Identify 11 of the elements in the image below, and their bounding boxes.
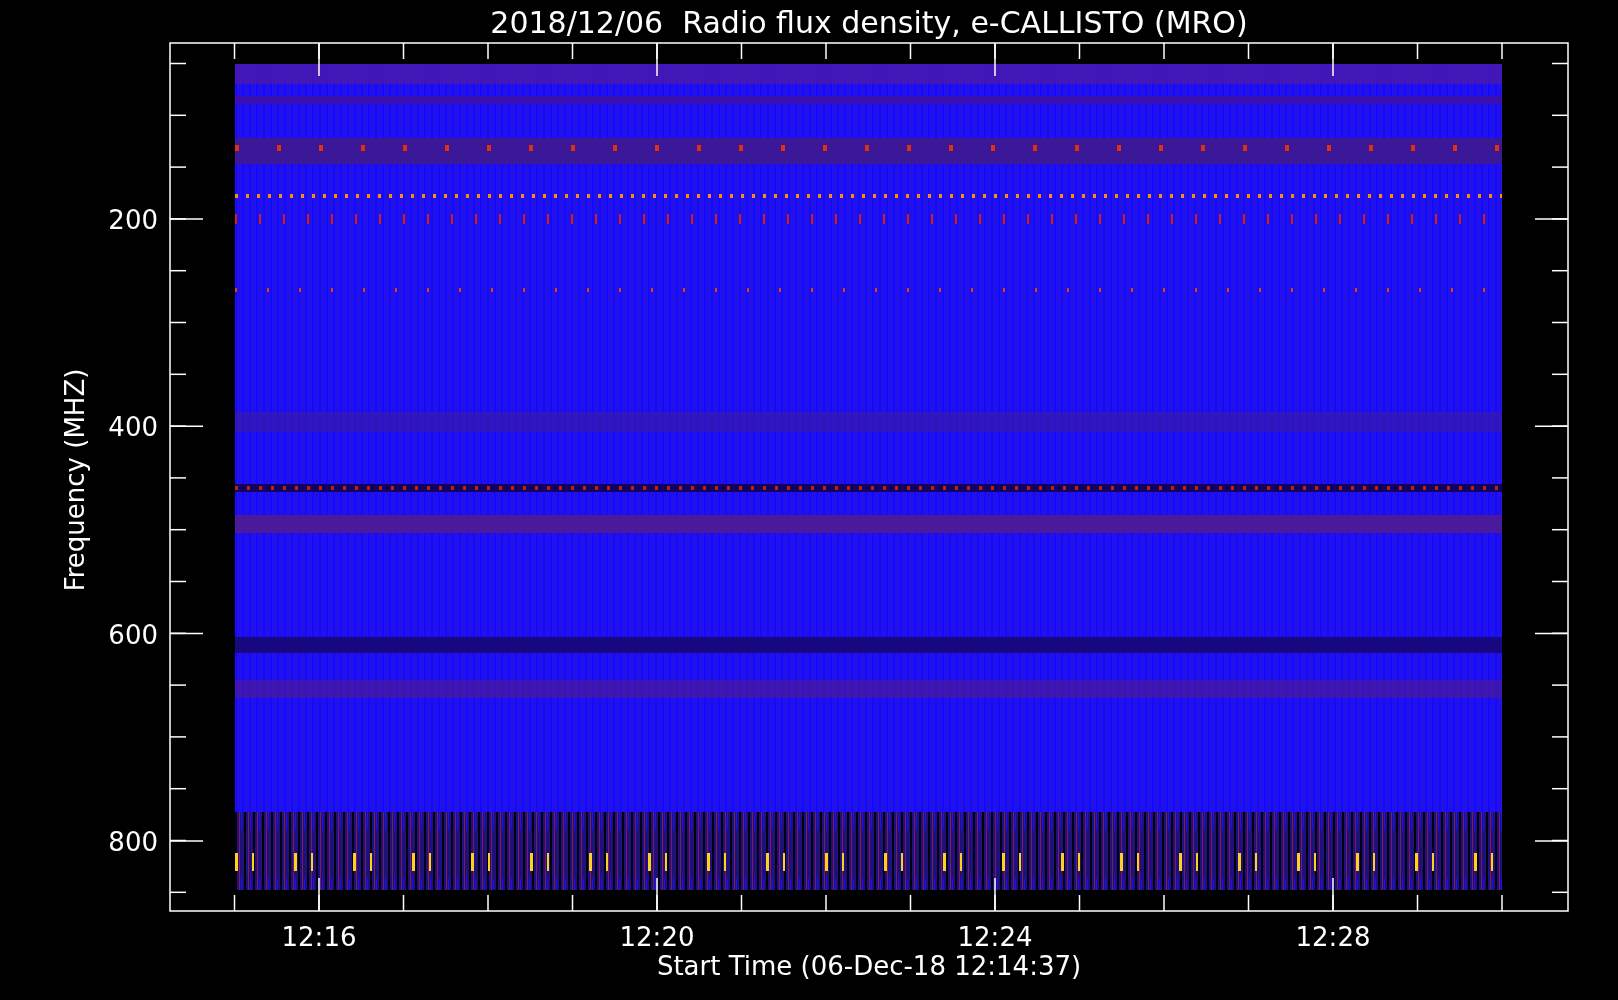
x-tick-label: 12:28 [1295, 922, 1371, 952]
x-tick-label: 12:20 [619, 922, 695, 952]
y-axis-label: Frequency (MHZ) [60, 368, 90, 592]
y-tick-label: 800 [108, 826, 158, 857]
y-tick-label: 400 [108, 412, 158, 443]
y-tick-label: 200 [108, 205, 158, 235]
y-tick-label: 600 [108, 619, 158, 650]
x-tick-label: 12:16 [281, 922, 357, 952]
x-axis-label: Start Time (06-Dec-18 12:14:37) [656, 951, 1082, 981]
chart-title: 2018/12/06 Radio flux density, e-CALLISTO (MRO) [490, 5, 1248, 40]
x-tick-label: 12:24 [957, 922, 1033, 952]
